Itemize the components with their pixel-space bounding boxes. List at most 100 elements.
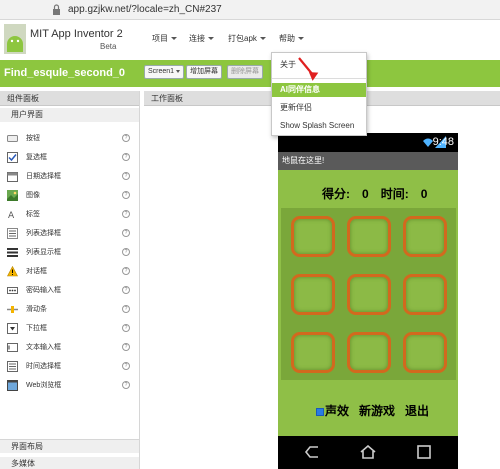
- button-icon: [7, 135, 18, 142]
- palette-item-label: 标签: [26, 211, 40, 218]
- url-text[interactable]: app.gzjkw.net/?locale=zh_CN#237: [68, 4, 222, 15]
- list-view-icon: [7, 248, 18, 257]
- image-icon: [7, 190, 18, 201]
- screen-select-label: Screen1: [148, 68, 175, 75]
- menu-build[interactable]: 打包apk: [228, 33, 266, 44]
- help-icon[interactable]: ?: [122, 343, 130, 351]
- menu-connect[interactable]: 连接: [189, 33, 214, 44]
- palette-item-list-view[interactable]: 列表显示框 ?: [0, 243, 139, 262]
- mole-hole[interactable]: [403, 332, 447, 373]
- help-icon[interactable]: ?: [122, 134, 130, 142]
- palette-item-spinner[interactable]: 下拉框 ?: [0, 319, 139, 338]
- help-icon[interactable]: ?: [122, 210, 130, 218]
- palette-item-textbox[interactable]: 文本输入框 ?: [0, 338, 139, 357]
- palette-item-label: 列表选择框: [26, 230, 61, 237]
- mole-grid: [281, 208, 456, 380]
- new-game-button[interactable]: 新游戏: [359, 404, 395, 418]
- project-toolbar: Find_esqule_second_0 Screen1 增加屏幕 删除屏幕: [0, 60, 500, 87]
- palette-item-label: 密码输入框: [26, 287, 61, 294]
- menu-project[interactable]: 项目: [152, 33, 177, 44]
- palette-item-checkbox[interactable]: 复选框 ?: [0, 148, 139, 167]
- app-name: MIT App Inventor 2: [30, 28, 123, 40]
- checkbox-icon: [7, 152, 18, 163]
- menu-help-label: 帮助: [279, 34, 295, 43]
- password-icon: [7, 287, 18, 294]
- help-icon[interactable]: ?: [122, 362, 130, 370]
- help-icon[interactable]: ?: [122, 229, 130, 237]
- annotation-arrow-icon: [298, 57, 319, 81]
- palette-item-label: 复选框: [26, 154, 47, 161]
- label-icon: A: [8, 211, 15, 220]
- menu-item-companion-info[interactable]: AI同伴信息: [272, 83, 366, 97]
- game-controls: 声效 新游戏 退出: [316, 402, 439, 419]
- mole-hole[interactable]: [403, 274, 447, 315]
- status-time: 9:48: [432, 136, 454, 148]
- chevron-down-icon: [176, 69, 181, 73]
- remove-screen-button[interactable]: 删除屏幕: [227, 65, 263, 79]
- mole-hole[interactable]: [347, 216, 391, 257]
- palette-item-label: Web浏览框: [26, 382, 62, 389]
- chevron-down-icon: [298, 37, 304, 41]
- mole-hole[interactable]: [347, 332, 391, 373]
- palette-item-notifier[interactable]: 对话框 ?: [0, 262, 139, 281]
- exit-button[interactable]: 退出: [405, 404, 429, 418]
- mole-hole[interactable]: [291, 216, 335, 257]
- home-icon[interactable]: [360, 445, 376, 459]
- mole-hole[interactable]: [347, 274, 391, 315]
- help-icon[interactable]: ?: [122, 191, 130, 199]
- time-label: 时间:: [380, 187, 409, 201]
- phone-title-bar: 地鼠在这里!: [278, 152, 458, 170]
- help-icon[interactable]: ?: [122, 381, 130, 389]
- help-icon[interactable]: ?: [122, 286, 130, 294]
- slider-icon: [7, 306, 18, 313]
- menu-item-update-companion[interactable]: 更新伴侣: [272, 101, 366, 115]
- palette-item-label: 滑动条: [26, 306, 47, 313]
- help-icon[interactable]: ?: [122, 267, 130, 275]
- sound-checkbox[interactable]: [316, 407, 324, 416]
- app-header: MIT App Inventor 2 Beta 项目 连接 打包apk 帮助: [0, 20, 500, 60]
- score-label: 得分:: [322, 187, 350, 201]
- palette-item-label: 按钮: [26, 135, 40, 142]
- chevron-down-icon: [171, 37, 177, 41]
- mole-hole[interactable]: [291, 274, 335, 315]
- palette-section-media[interactable]: 多媒体: [0, 457, 139, 469]
- palette-item-button[interactable]: 按钮 ?: [0, 129, 139, 148]
- webviewer-icon: [7, 380, 18, 391]
- spinner-icon: [7, 323, 18, 334]
- palette-item-list-picker[interactable]: 列表选择框 ?: [0, 224, 139, 243]
- back-icon[interactable]: [304, 445, 320, 459]
- menu-project-label: 项目: [152, 34, 168, 43]
- score-row: 得分: 0 时间: 0: [322, 185, 439, 202]
- screen-select-button[interactable]: Screen1: [144, 65, 185, 79]
- mole-hole[interactable]: [403, 216, 447, 257]
- palette-item-label-component[interactable]: A 标签 ?: [0, 205, 139, 224]
- help-icon[interactable]: ?: [122, 172, 130, 180]
- add-screen-button[interactable]: 增加屏幕: [186, 65, 222, 79]
- recent-apps-icon[interactable]: [416, 445, 432, 459]
- palette-item-time-picker[interactable]: 时间选择框 ?: [0, 357, 139, 376]
- phone-screen: 得分: 0 时间: 0 声效 新游戏 退出: [278, 170, 458, 436]
- help-icon[interactable]: ?: [122, 153, 130, 161]
- palette-item-image[interactable]: 图像 ?: [0, 186, 139, 205]
- menu-connect-label: 连接: [189, 34, 205, 43]
- mole-hole[interactable]: [291, 332, 335, 373]
- palette-item-label: 文本输入框: [26, 344, 61, 351]
- menu-item-splash-screen[interactable]: Show Splash Screen: [272, 119, 366, 133]
- palette-item-label: 图像: [26, 192, 40, 199]
- help-icon[interactable]: ?: [122, 305, 130, 313]
- palette-section-layout[interactable]: 界面布局: [0, 439, 139, 453]
- help-icon[interactable]: ?: [122, 248, 130, 256]
- palette-section-ui[interactable]: 用户界面: [0, 108, 139, 122]
- time-value: 0: [420, 187, 428, 201]
- sound-label[interactable]: 声效: [325, 404, 349, 418]
- palette-item-date-picker[interactable]: 日期选择框 ?: [0, 167, 139, 186]
- phone-nav-bar: [278, 436, 458, 469]
- browser-url-bar[interactable]: app.gzjkw.net/?locale=zh_CN#237: [0, 0, 500, 20]
- list-picker-icon: [7, 228, 18, 239]
- menu-help[interactable]: 帮助: [279, 33, 304, 44]
- palette-item-webviewer[interactable]: Web浏览框 ?: [0, 376, 139, 395]
- palette-item-slider[interactable]: 滑动条 ?: [0, 300, 139, 319]
- help-icon[interactable]: ?: [122, 324, 130, 332]
- palette-item-password[interactable]: 密码输入框 ?: [0, 281, 139, 300]
- palette-item-label: 列表显示框: [26, 249, 61, 256]
